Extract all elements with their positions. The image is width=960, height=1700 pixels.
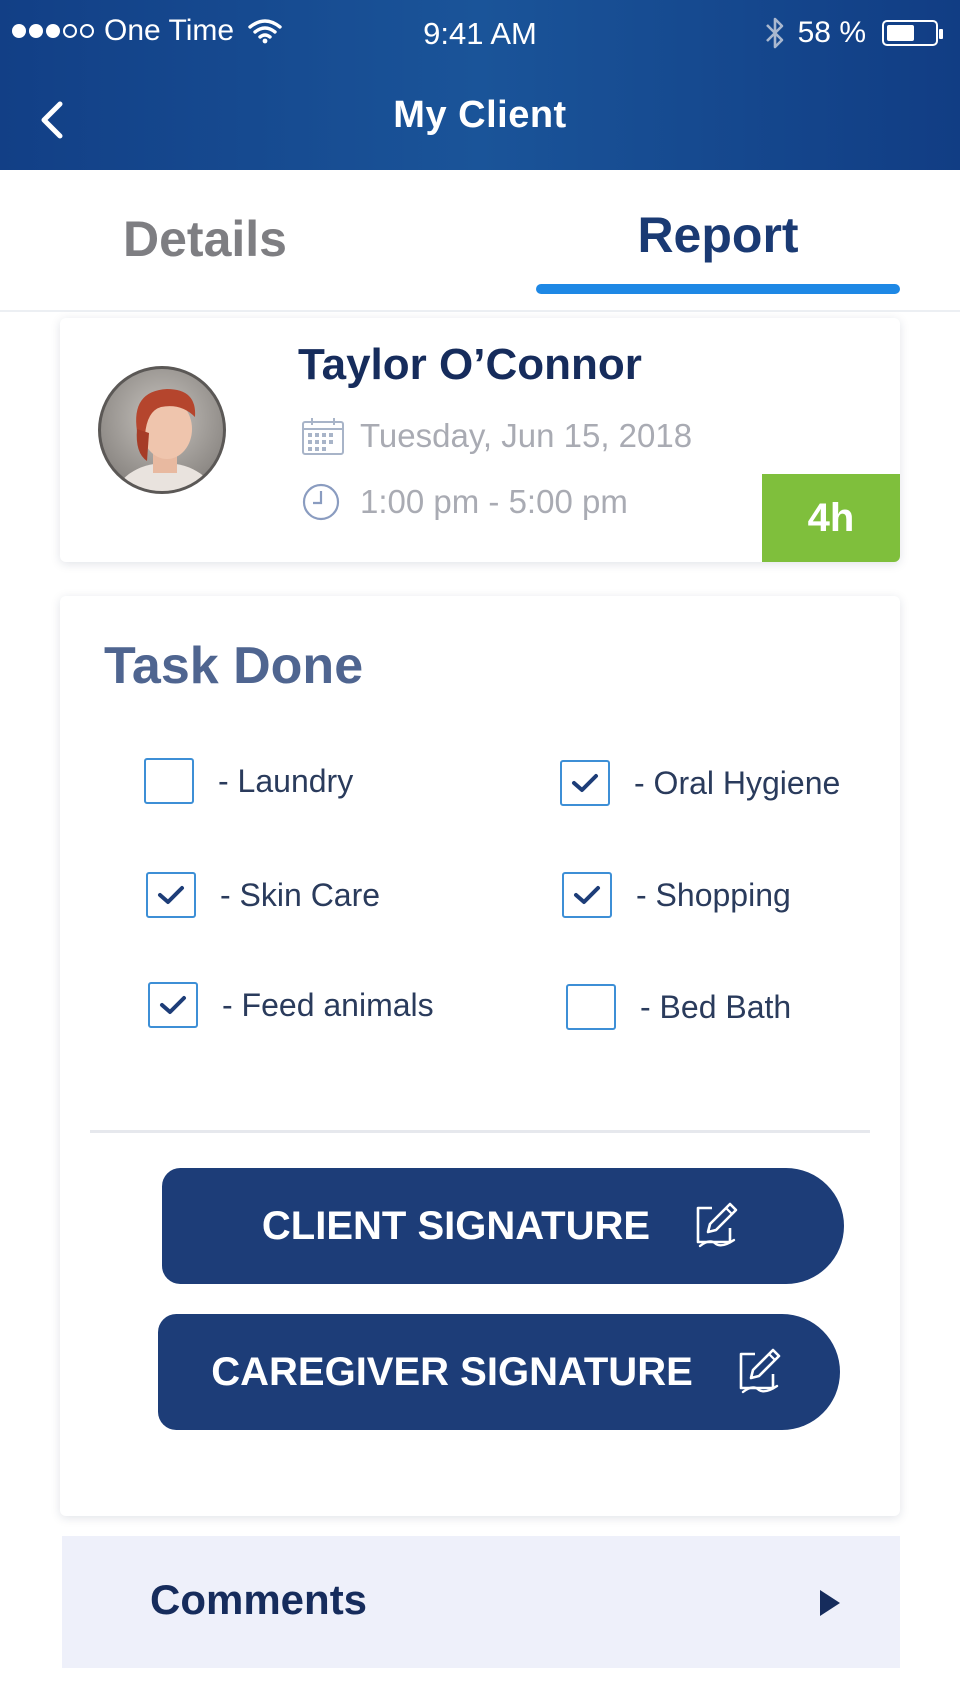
avatar bbox=[98, 366, 226, 494]
visit-date: Tuesday, Jun 15, 2018 bbox=[360, 417, 693, 454]
navigation-bar: My Client bbox=[0, 80, 960, 160]
checkmark-icon bbox=[572, 774, 598, 792]
task-checkbox[interactable] bbox=[560, 760, 610, 806]
page-title: My Client bbox=[393, 94, 567, 136]
client-card: Taylor O’Connor Tuesday, Jun 15, 2018 1:… bbox=[60, 318, 900, 562]
battery-icon bbox=[882, 20, 943, 46]
comments-label: Comments bbox=[150, 1576, 368, 1623]
task-item-laundry[interactable]: - Laundry bbox=[144, 758, 353, 804]
task-checkbox[interactable] bbox=[562, 872, 612, 918]
caregiver-signature-label: CAREGIVER SIGNATURE bbox=[211, 1349, 693, 1394]
client-name: Taylor O’Connor bbox=[298, 340, 642, 389]
visit-time-row: 1:00 pm - 5:00 pm bbox=[300, 482, 628, 522]
bluetooth-icon bbox=[765, 17, 783, 49]
duration-badge: 4h bbox=[762, 474, 900, 562]
checkmark-icon bbox=[158, 886, 184, 904]
task-checkbox[interactable] bbox=[144, 758, 194, 804]
status-right: 58 % bbox=[764, 16, 943, 50]
task-card: Task Done - Laundry - Oral Hygiene - Ski… bbox=[60, 596, 900, 1516]
task-checkbox[interactable] bbox=[146, 872, 196, 918]
checkmark-icon bbox=[160, 996, 186, 1014]
divider bbox=[90, 1130, 870, 1133]
signature-pen-icon bbox=[739, 1348, 781, 1394]
active-tab-indicator bbox=[536, 284, 900, 294]
signature-pen-icon bbox=[696, 1202, 738, 1248]
task-label: - Bed Bath bbox=[640, 988, 792, 1025]
tab-details[interactable]: Details bbox=[60, 210, 350, 268]
tab-bar: Details Report bbox=[0, 170, 960, 312]
visit-time: 1:00 pm - 5:00 pm bbox=[360, 483, 628, 520]
clock-icon bbox=[302, 483, 340, 521]
battery-percent: 58 % bbox=[797, 16, 866, 49]
status-bar: One Time 9:41 AM 58 % bbox=[0, 0, 960, 72]
app-header: One Time 9:41 AM 58 % My Client bbox=[0, 0, 960, 170]
task-label: - Oral Hygiene bbox=[634, 764, 841, 801]
checkmark-icon bbox=[574, 886, 600, 904]
task-item-oral-hygiene[interactable]: - Oral Hygiene bbox=[560, 760, 840, 806]
task-label: - Laundry bbox=[218, 762, 354, 799]
task-item-shopping[interactable]: - Shopping bbox=[562, 872, 791, 918]
task-label: - Shopping bbox=[636, 876, 791, 913]
task-item-feed-animals[interactable]: - Feed animals bbox=[148, 982, 434, 1028]
task-checkbox[interactable] bbox=[148, 982, 198, 1028]
visit-date-row: Tuesday, Jun 15, 2018 bbox=[300, 416, 692, 456]
comments-row[interactable]: Comments bbox=[62, 1536, 900, 1668]
tab-report[interactable]: Report bbox=[536, 206, 900, 264]
task-label: - Skin Care bbox=[220, 876, 381, 913]
task-item-bed-bath[interactable]: - Bed Bath bbox=[566, 984, 791, 1030]
task-label: - Feed animals bbox=[222, 986, 434, 1023]
client-signature-button[interactable]: CLIENT SIGNATURE bbox=[162, 1168, 844, 1284]
task-section-title: Task Done bbox=[104, 637, 364, 695]
calendar-icon bbox=[302, 418, 344, 455]
caregiver-signature-button[interactable]: CAREGIVER SIGNATURE bbox=[158, 1314, 840, 1430]
chevron-right-icon bbox=[820, 1590, 840, 1616]
client-signature-label: CLIENT SIGNATURE bbox=[261, 1203, 651, 1248]
task-checkbox[interactable] bbox=[566, 984, 616, 1030]
task-item-skin-care[interactable]: - Skin Care bbox=[146, 872, 380, 918]
